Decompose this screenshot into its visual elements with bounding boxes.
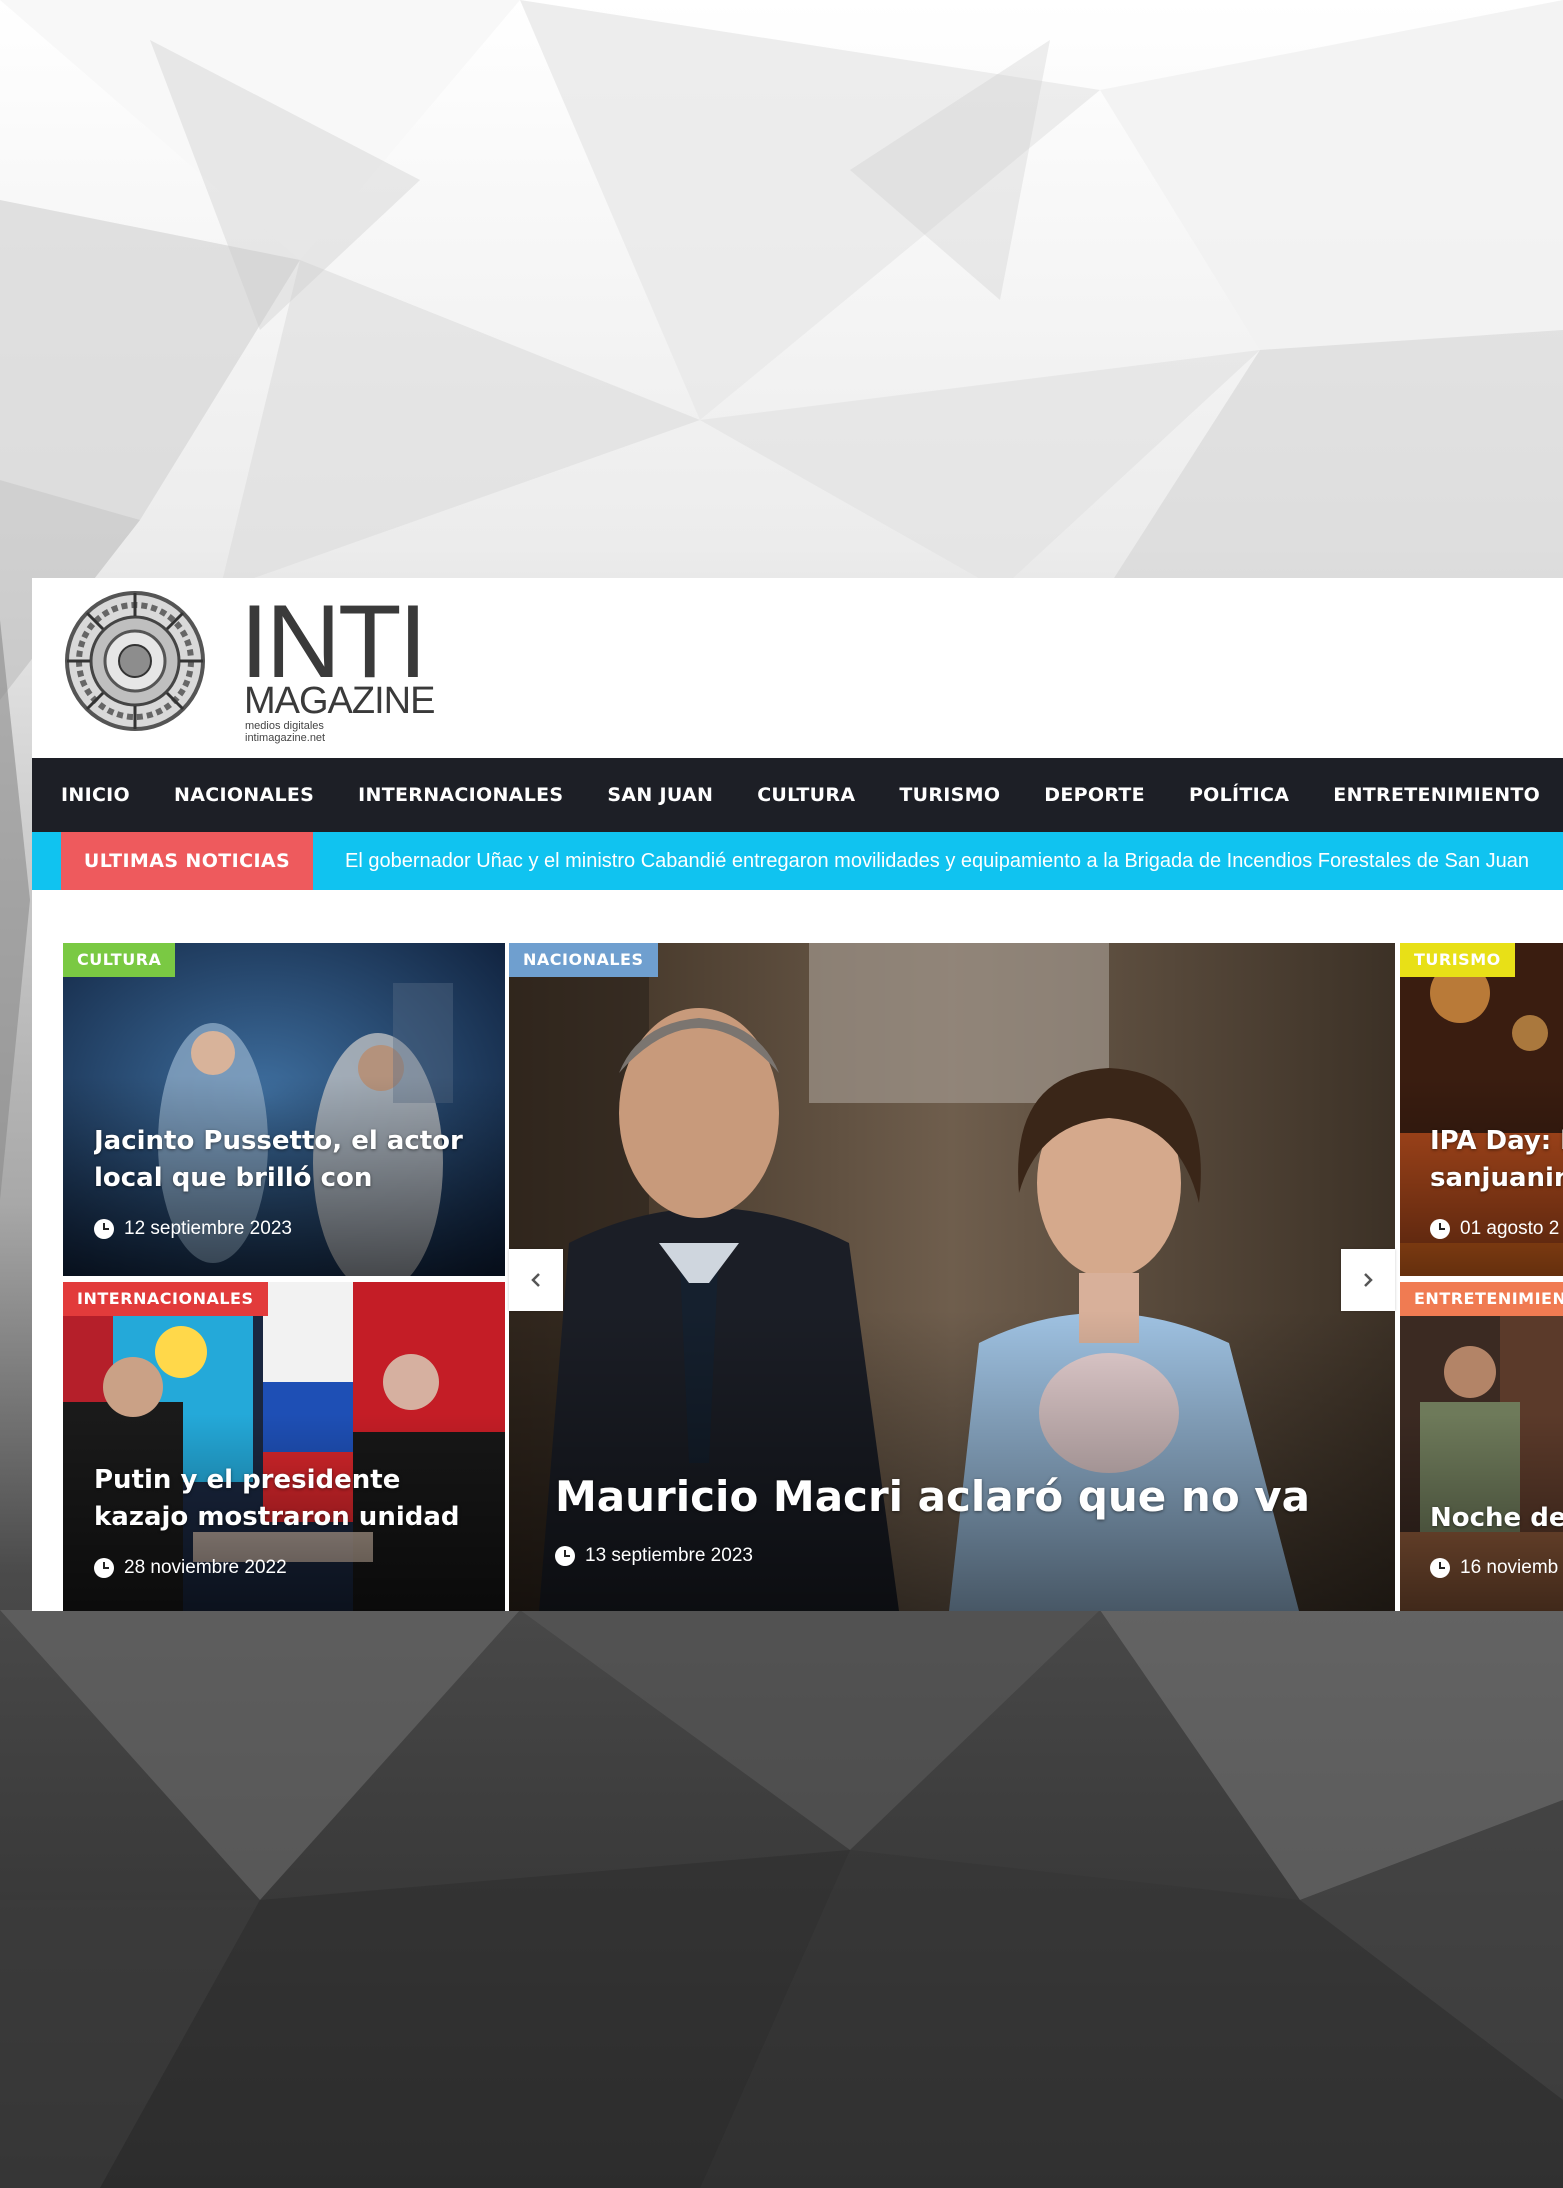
logo-subtitle: MAGAZINE	[244, 680, 435, 722]
nav-item-politica[interactable]: POLÍTICA	[1167, 758, 1311, 832]
website-window: INTI MAGAZINE medios digitales intimagaz…	[32, 578, 1563, 1611]
logo-tagline: medios digitales intimagazine.net	[245, 720, 326, 744]
category-badge[interactable]: ENTRETENIMIENT	[1400, 1282, 1563, 1316]
news-date: 01 agosto 2	[1430, 1218, 1559, 1240]
nav-item-san-juan[interactable]: SAN JUAN	[585, 758, 735, 832]
news-date-text: 16 noviemb	[1460, 1557, 1559, 1578]
aztec-calendar-logo-icon	[65, 591, 205, 731]
news-date-text: 01 agosto 2	[1460, 1218, 1560, 1239]
news-headline[interactable]: Noche de	[1430, 1500, 1563, 1537]
clock-icon	[94, 1219, 114, 1239]
main-navigation: INICIO NACIONALES INTERNACIONALES SAN JUAN C…	[32, 758, 1563, 832]
news-card-nacionales[interactable]: NACIONALES Mauricio Macri aclaró que no …	[509, 943, 1395, 1611]
ticker-badge: ULTIMAS NOTICIAS	[61, 832, 313, 890]
nav-item-entretenimiento[interactable]: ENTRETENIMIENTO	[1311, 758, 1562, 832]
nav-item-turismo[interactable]: TURISMO	[877, 758, 1022, 832]
ticker-headline-link[interactable]: El gobernador Uñac y el ministro Cabandi…	[345, 832, 1529, 890]
clock-icon	[1430, 1219, 1450, 1239]
nav-item-nacionales[interactable]: NACIONALES	[152, 758, 336, 832]
chevron-right-icon	[1364, 1273, 1373, 1287]
nav-item-cultura[interactable]: CULTURA	[735, 758, 877, 832]
news-headline[interactable]: Putin y el presidente kazajo mostraron u…	[94, 1462, 494, 1536]
news-card-entretenimiento[interactable]: ENTRETENIMIENT Noche de 16 noviemb	[1400, 1282, 1563, 1611]
site-logo[interactable]: INTI MAGAZINE medios digitales intimagaz…	[60, 586, 435, 744]
news-date-text: 13 septiembre 2023	[585, 1545, 753, 1566]
slider-prev-button[interactable]	[509, 1249, 563, 1311]
clock-icon	[1430, 1558, 1450, 1578]
news-card-turismo[interactable]: TURISMO IPA Day: lo sanjuanin 01 agosto …	[1400, 943, 1563, 1276]
news-headline[interactable]: Mauricio Macri aclaró que no va	[555, 1469, 1375, 1525]
news-headline[interactable]: Jacinto Pussetto, el actor local que bri…	[94, 1123, 474, 1197]
news-card-internacionales[interactable]: INTERNACIONALES Putin y el presidente ka…	[63, 1282, 505, 1611]
chevron-left-icon	[531, 1273, 540, 1287]
news-date-text: 28 noviembre 2022	[124, 1557, 287, 1578]
site-header: INTI MAGAZINE medios digitales intimagaz…	[32, 578, 1563, 758]
clock-icon	[94, 1558, 114, 1578]
news-date: 12 septiembre 2023	[94, 1218, 292, 1240]
news-date: 28 noviembre 2022	[94, 1557, 287, 1579]
category-badge[interactable]: CULTURA	[63, 943, 176, 977]
nav-item-inicio[interactable]: INICIO	[32, 758, 152, 832]
news-ticker: ULTIMAS NOTICIAS El gobernador Uñac y el…	[32, 832, 1563, 890]
category-badge[interactable]: TURISMO	[1400, 943, 1515, 977]
news-date-text: 12 septiembre 2023	[124, 1218, 292, 1239]
clock-icon	[555, 1546, 575, 1566]
nav-item-internacionales[interactable]: INTERNACIONALES	[336, 758, 585, 832]
slider-next-button[interactable]	[1341, 1249, 1395, 1311]
news-card-cultura[interactable]: CULTURA Jacinto Pussetto, el actor local…	[63, 943, 505, 1276]
news-headline[interactable]: IPA Day: lo sanjuanin	[1430, 1123, 1563, 1197]
nav-item-deporte[interactable]: DEPORTE	[1022, 758, 1167, 832]
news-date: 13 septiembre 2023	[555, 1545, 753, 1567]
category-badge[interactable]: NACIONALES	[509, 943, 658, 977]
logo-title: INTI	[240, 584, 427, 700]
category-badge[interactable]: INTERNACIONALES	[63, 1282, 268, 1316]
news-date: 16 noviemb	[1430, 1557, 1558, 1579]
